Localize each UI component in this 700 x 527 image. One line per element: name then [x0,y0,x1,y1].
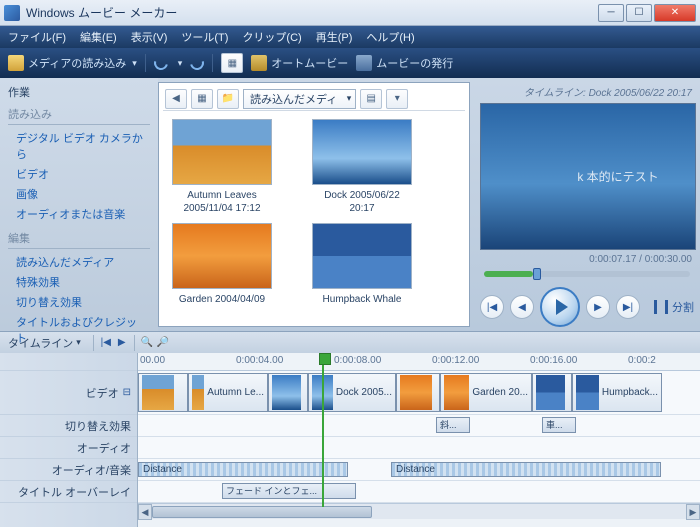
scroll-right-button[interactable]: ▶ [686,504,700,520]
video-clip[interactable] [396,373,440,412]
toolbar: メディアの読み込み ▾ ▾ ▦ オートムービー ムービーの発行 [0,48,700,78]
thumbnail-image [312,119,412,185]
tasks-pane-toggle[interactable]: ▦ [221,53,243,73]
track-label-titleoverlay: タイトル オーバーレイ [0,481,137,503]
timeline-play-button[interactable]: ▶ [114,336,130,350]
thumbnail-image [172,223,272,289]
zoom-out-button[interactable]: 🔎 [155,336,171,350]
menu-view[interactable]: 表示(V) [131,29,168,45]
sidebar-link-effects[interactable]: 特殊効果 [8,272,150,292]
audio-clip[interactable]: Distance [138,462,348,477]
step-back-button[interactable]: ◀ [510,295,534,319]
step-fwd-button[interactable]: ▶ [586,295,610,319]
playhead[interactable] [322,353,324,507]
sidebar-section-import: 読み込み [8,106,150,125]
sidebar-title: 作業 [8,84,150,100]
menu-help[interactable]: ヘルプ(H) [366,29,414,45]
transition-track[interactable]: 斜... 車... [138,415,700,437]
video-clip[interactable]: Autumn Le... [188,373,268,412]
automovie-icon [251,55,267,71]
timeline-rewind-button[interactable]: |◀ [98,336,114,350]
menu-bar: ファイル(F) 編集(E) 表示(V) ツール(T) クリップ(C) 再生(P)… [0,26,700,48]
sort-button[interactable]: ▾ [386,89,408,109]
menu-play[interactable]: 再生(P) [316,29,353,45]
title-clip[interactable]: フェード インとフェ... [222,483,356,499]
sidebar-link-imported[interactable]: 読み込んだメディア [8,252,150,272]
video-clip[interactable] [268,373,308,412]
close-button[interactable]: ✕ [654,4,696,22]
tasks-sidebar: 作業 読み込み デジタル ビデオ カメラから ビデオ 画像 オーディオまたは音楽… [0,78,158,331]
audio-clip[interactable]: Distance [391,462,661,477]
track-label-video: ビデオ⊟ [0,371,137,415]
timeline-view-toggle[interactable]: タイムライン [0,335,89,351]
video-track[interactable]: Autumn Le... Dock 2005... Garden 20... H… [138,371,700,415]
view-button[interactable]: ▦ [191,89,213,109]
sidebar-section-edit: 編集 [8,230,150,249]
menu-edit[interactable]: 編集(E) [80,29,117,45]
prev-clip-button[interactable]: |◀ [480,295,504,319]
sidebar-link-audio[interactable]: オーディオまたは音楽 [8,204,150,224]
minimize-button[interactable]: ─ [598,4,624,22]
track-label-audiomusic: オーディオ/音楽 [0,459,137,481]
play-button[interactable] [540,287,580,327]
transition-clip[interactable]: 車... [542,417,576,433]
undo-button[interactable] [151,53,170,72]
scroll-left-button[interactable]: ◀ [138,504,152,520]
app-icon [4,5,20,21]
thumbnail-image [172,119,272,185]
video-clip[interactable]: Garden 20... [440,373,532,412]
preview-title: タイムライン: Dock 2005/06/22 20:17 [480,82,694,103]
sidebar-link-transitions[interactable]: 切り替え効果 [8,292,150,312]
video-clip[interactable] [138,373,188,412]
transition-clip[interactable]: 斜... [436,417,470,433]
preview-caption: k 本的にテスト [577,168,658,185]
import-icon [8,55,24,71]
collection-pane: ◀ ▦ 📁 読み込んだメディ ▤ ▾ Autumn Leaves2005/11/… [158,82,470,327]
split-icon [654,300,668,314]
next-clip-button[interactable]: ▶| [616,295,640,319]
collapse-video-icon[interactable]: ⊟ [123,387,131,398]
back-button[interactable]: ◀ [165,89,187,109]
media-item[interactable]: Dock 2005/06/2220:17 [307,119,417,215]
play-icon [556,299,568,315]
preview-monitor: k 本的にテスト [480,103,696,250]
split-button[interactable]: 分割 [654,299,694,315]
timeline-scrollbar[interactable]: ◀ ▶ [138,503,700,519]
video-clip[interactable] [532,373,572,412]
menu-clip[interactable]: クリップ(C) [242,29,301,45]
track-label-audio: オーディオ [0,437,137,459]
import-media-button[interactable]: メディアの読み込み ▾ [8,55,137,71]
publish-button[interactable]: ムービーの発行 [356,55,453,71]
time-ruler[interactable]: 00.00 0:00:04.00 0:00:08.00 0:00:12.00 0… [138,353,700,371]
scroll-thumb[interactable] [152,506,372,518]
menu-file[interactable]: ファイル(F) [8,29,66,45]
automovie-button[interactable]: オートムービー [251,55,348,71]
title-overlay-track[interactable]: フェード インとフェ... [138,481,700,503]
track-label-transition: 切り替え効果 [0,415,137,437]
thumbnail-image [312,223,412,289]
redo-button[interactable] [188,53,207,72]
sidebar-link-video[interactable]: ビデオ [8,164,150,184]
audio-track[interactable] [138,437,700,459]
zoom-in-button[interactable]: 🔍 [139,336,155,350]
publish-icon [356,55,372,71]
video-clip[interactable]: Humpback... [572,373,662,412]
audio-music-track[interactable]: Distance Distance [138,459,700,481]
media-item[interactable]: Humpback Whale [307,223,417,306]
sidebar-link-camera[interactable]: デジタル ビデオ カメラから [8,128,150,164]
preview-timecode: 0:00:07.17 / 0:00:30.00 [480,250,694,269]
thumb-view-button[interactable]: ▤ [360,89,382,109]
folder-button[interactable]: 📁 [217,89,239,109]
collection-combo[interactable]: 読み込んだメディ [243,89,356,109]
media-item[interactable]: Autumn Leaves2005/11/04 17:12 [167,119,277,215]
maximize-button[interactable]: ☐ [626,4,652,22]
sidebar-link-image[interactable]: 画像 [8,184,150,204]
menu-tools[interactable]: ツール(T) [181,29,228,45]
window-title: Windows ムービー メーカー [26,4,598,21]
preview-seek-slider[interactable] [484,271,690,277]
preview-pane: タイムライン: Dock 2005/06/22 20:17 k 本的にテスト 0… [474,78,700,331]
media-item[interactable]: Garden 2004/04/09 [167,223,277,306]
